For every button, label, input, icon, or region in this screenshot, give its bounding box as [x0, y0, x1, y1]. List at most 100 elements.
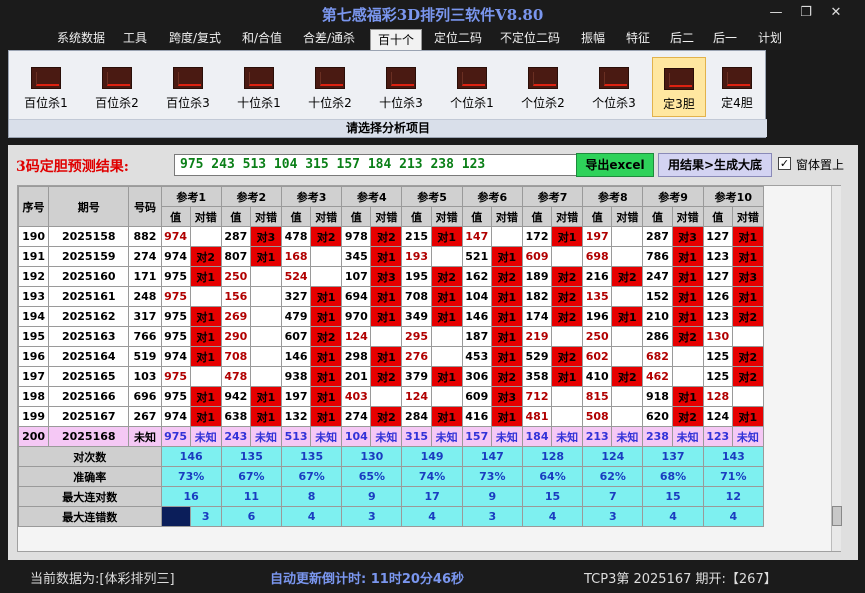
export-excel-button[interactable]: 导出excel — [576, 153, 654, 177]
cell-value: 152 — [642, 286, 673, 307]
cell-status — [611, 406, 644, 427]
cell-status — [189, 366, 222, 387]
restore-button[interactable]: ❐ — [792, 4, 820, 22]
table-row[interactable]: 196 2025164 519 974 对1 708 146 对1 298 对1 276 453 对1 5… — [17, 346, 765, 367]
menu-pos-2[interactable]: 定位二码 — [428, 28, 488, 50]
cell-status: 对1 — [310, 386, 343, 407]
menu-last2[interactable]: 后二 — [664, 28, 700, 50]
cell-value: 529 — [521, 346, 553, 367]
minimize-button[interactable]: — — [762, 4, 790, 22]
header-ref: 参考10 — [702, 186, 765, 207]
cell-status: 对2 — [671, 326, 704, 347]
subheader-status: 对错 — [370, 206, 403, 227]
stat-value: 12 — [702, 486, 765, 507]
menu-system-data[interactable]: 系统数据 — [50, 28, 112, 50]
menu-feature[interactable]: 特征 — [618, 28, 658, 50]
cell-value: 638 — [220, 406, 251, 427]
stat-row: 准确率 73% 67% 67% 65% 74% 73% 64% 62% 68% 71% — [18, 466, 765, 487]
stat-value: 3 — [189, 506, 222, 527]
menu-plan[interactable]: 计划 — [750, 28, 790, 50]
cell-value: 453 — [461, 346, 492, 367]
stat-value: 149 — [401, 446, 463, 467]
cell-value: 125 — [702, 366, 733, 387]
cell-status — [249, 366, 283, 387]
table-row[interactable]: 198 2025166 696 975 对1 942 对1 197 对1 403 124 609 对3 7… — [17, 386, 765, 407]
cell-number: 267 — [128, 406, 162, 427]
cell-value: 975 — [160, 426, 191, 447]
status-data-source: 当前数据为:[体彩排列三] — [30, 572, 175, 587]
subheader-status: 对错 — [189, 206, 222, 227]
cell-value: 187 — [461, 326, 492, 347]
menu-tools[interactable]: 工具 — [116, 28, 154, 50]
ribbon-button[interactable]: 个位杀1 — [439, 57, 505, 117]
cell-value: 478 — [220, 366, 251, 387]
generate-base-button[interactable]: 用结果>生成大底 — [658, 153, 772, 177]
stat-value: 16 — [160, 486, 222, 507]
cell-status: 未知 — [671, 426, 704, 447]
menu-span[interactable]: 跨度/复式 — [160, 28, 230, 50]
stat-value: 130 — [341, 446, 403, 467]
close-button[interactable]: ✕ — [822, 4, 850, 22]
ribbon-button[interactable]: 十位杀2 — [297, 57, 363, 117]
ribbon-button[interactable]: 个位杀3 — [581, 57, 647, 117]
table-row[interactable]: 197 2025165 103 975 478 938 对1 201 对2 379 对1 306 对2 3… — [17, 366, 765, 387]
cell-value: 172 — [521, 226, 553, 247]
cell-value: 694 — [341, 286, 372, 307]
table-row[interactable]: 199 2025167 267 974 对1 638 对1 132 对1 274 对2 284 对1 41… — [17, 406, 765, 427]
table-row[interactable]: 192 2025160 171 975 对1 250 524 107 对3 195 对2 162 对2 1… — [17, 266, 765, 287]
topmost-checkbox[interactable]: ✓ — [778, 157, 791, 170]
cell-status — [611, 326, 644, 347]
menu-nonpos-2[interactable]: 不定位二码 — [494, 28, 566, 50]
menu-position[interactable]: 百十个 — [370, 29, 422, 50]
ribbon-button[interactable]: 定4胆 — [710, 57, 764, 117]
cell-status: 未知 — [731, 426, 765, 447]
cell-seq: 193 — [17, 286, 50, 307]
table-row[interactable]: 193 2025161 248 975 156 327 对1 694 对1 708 对1 104 对1 1… — [17, 286, 765, 307]
cell-status — [430, 346, 463, 367]
ribbon-button[interactable]: 十位杀3 — [368, 57, 434, 117]
prediction-row[interactable]: 200 2025168 未知 975 未知 243 未知 513 未知 104 未知 315 未知 157… — [17, 426, 765, 447]
cell-seq: 199 — [17, 406, 50, 427]
ribbon-button[interactable]: 百位杀2 — [84, 57, 150, 117]
cell-status — [611, 246, 644, 267]
cell-status: 对1 — [370, 286, 403, 307]
cell-period: 2025159 — [48, 246, 130, 267]
stat-value: 4 — [401, 506, 463, 527]
cell-value: 306 — [461, 366, 492, 387]
cell-value: 210 — [642, 306, 673, 327]
cell-number: 未知 — [128, 426, 162, 447]
subheader-value: 值 — [401, 206, 432, 227]
menu-sum[interactable]: 和/合值 — [234, 28, 290, 50]
cell-value: 219 — [521, 326, 553, 347]
table-row[interactable]: 194 2025162 317 975 对1 269 479 对1 970 对1 349 对1 146 对… — [17, 306, 765, 327]
subheader-value: 值 — [642, 206, 673, 227]
cell-number: 696 — [128, 386, 162, 407]
scroll-thumb[interactable] — [832, 506, 842, 526]
ribbon-button[interactable]: 个位杀2 — [510, 57, 576, 117]
table-row[interactable]: 191 2025159 274 974 对2 807 对1 168 345 对1 193 521 对1 6… — [17, 246, 765, 267]
ribbon-button[interactable]: 百位杀1 — [13, 57, 79, 117]
vertical-scrollbar[interactable] — [831, 186, 842, 551]
cell-value: 708 — [401, 286, 432, 307]
cell-value: 295 — [401, 326, 432, 347]
prediction-result-field[interactable]: 975 243 513 104 315 157 184 213 238 123 — [174, 154, 584, 176]
table-row[interactable]: 190 2025158 882 974 287 对3 478 对2 978 对2 215 对1 147 1… — [17, 226, 765, 247]
menu-last1[interactable]: 后一 — [706, 28, 744, 50]
cell-status: 对2 — [189, 246, 222, 267]
cell-status: 对1 — [430, 406, 463, 427]
table-row[interactable]: 195 2025163 766 975 对1 290 607 对2 124 295 187 对1 219… — [17, 326, 765, 347]
menu-amplitude[interactable]: 振幅 — [574, 28, 612, 50]
cell-status: 对1 — [430, 366, 463, 387]
stat-value: 4 — [521, 506, 584, 527]
stat-value: 74% — [401, 466, 463, 487]
cell-value: 126 — [702, 286, 733, 307]
ribbon-button[interactable]: 十位杀1 — [226, 57, 292, 117]
cell-status: 对1 — [551, 226, 584, 247]
menu-diff[interactable]: 合差/通杀 — [296, 28, 362, 50]
cell-status: 对2 — [370, 406, 403, 427]
ribbon-button[interactable]: 百位杀3 — [155, 57, 221, 117]
stat-value: 65% — [341, 466, 403, 487]
cell-status: 对1 — [490, 246, 523, 267]
ribbon-button-selected[interactable]: 定3胆 — [652, 57, 706, 117]
chart-icon — [173, 67, 203, 89]
